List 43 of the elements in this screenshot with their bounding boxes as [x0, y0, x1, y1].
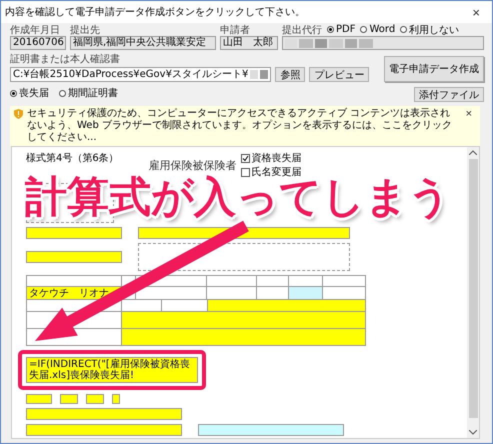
scroll-down-icon[interactable] [469, 430, 477, 435]
form-heading: 雇用保険被保険者 [148, 158, 237, 172]
radio-option[interactable]: 期間証明書 [59, 86, 118, 100]
checkmark-icon [242, 154, 249, 162]
form-field[interactable] [198, 424, 344, 436]
form-field[interactable] [26, 424, 182, 436]
field-label: 申請者 [220, 24, 250, 36]
form-number: 様式第4号（第6条） [26, 152, 119, 165]
form-field[interactable] [26, 227, 122, 239]
close-button[interactable]: × [462, 108, 476, 120]
field-label: 証明書または本人確認書 [10, 52, 120, 66]
field-label: 提出先 [70, 24, 100, 36]
formula-field[interactable]: =IF(INDIRECT("[雇用保険被資格喪失届.xls]喪保険喪失届! [26, 357, 198, 383]
window-title: 内容を確認して電子申請データ作成ボタンをクリックして下さい。 [5, 6, 305, 19]
radio-option[interactable]: PDF [327, 24, 356, 35]
close-button[interactable]: × [468, 4, 484, 20]
text-field[interactable]: 山田 太郎 [220, 36, 278, 50]
form-field[interactable] [26, 408, 182, 420]
radio-option[interactable]: 喪失届 [10, 86, 49, 100]
create-data-button[interactable]: 電子申請データ作成 [384, 56, 484, 82]
path-field[interactable]: C:¥台帳2510¥DaProcess¥eGov¥スタイルシート¥ [10, 67, 272, 82]
name-value: タケウチ リオナ [29, 287, 109, 300]
info-text: セキュリティ保護のため、コンピューターにアクセスできるアクティブ コンテンツは表示されないよう、Web ブラウザーで制限されています。オプションを表示するには、ここをクリックしてください... [27, 108, 453, 144]
field-label: 作成年月日 [10, 24, 60, 36]
form-field[interactable] [60, 394, 78, 404]
form-field[interactable] [26, 394, 52, 404]
scrollbar[interactable] [467, 147, 479, 438]
radio-option[interactable]: Word [360, 24, 396, 35]
toolbar-button[interactable]: プレビュー [309, 67, 370, 82]
scroll-up-icon[interactable] [469, 150, 477, 155]
field-label: 提出代行 [282, 24, 322, 36]
checkbox-option[interactable]: 資格喪失届 [240, 151, 302, 165]
text-field[interactable]: 福岡県,福岡中央公共職業安定 [70, 36, 216, 50]
radio-option[interactable]: 利用しない [400, 22, 460, 36]
text-field[interactable]: 20160706 [10, 36, 66, 50]
blurred-field[interactable] [282, 36, 484, 50]
form-field[interactable] [86, 394, 104, 404]
toolbar-button[interactable]: 参照 [275, 67, 306, 82]
form-field[interactable] [26, 251, 122, 263]
info-bar[interactable]: セキュリティ保護のため、コンピューターにアクセスできるアクティブ コンテンツは表示されないよう、Web ブラウザーで制限されています。オプションを表示するには、ここをクリックしてください... × [10, 106, 480, 146]
shield-icon [14, 109, 23, 119]
form-field[interactable] [112, 394, 120, 404]
attach-file-button[interactable]: 添付ファイル [414, 87, 484, 102]
